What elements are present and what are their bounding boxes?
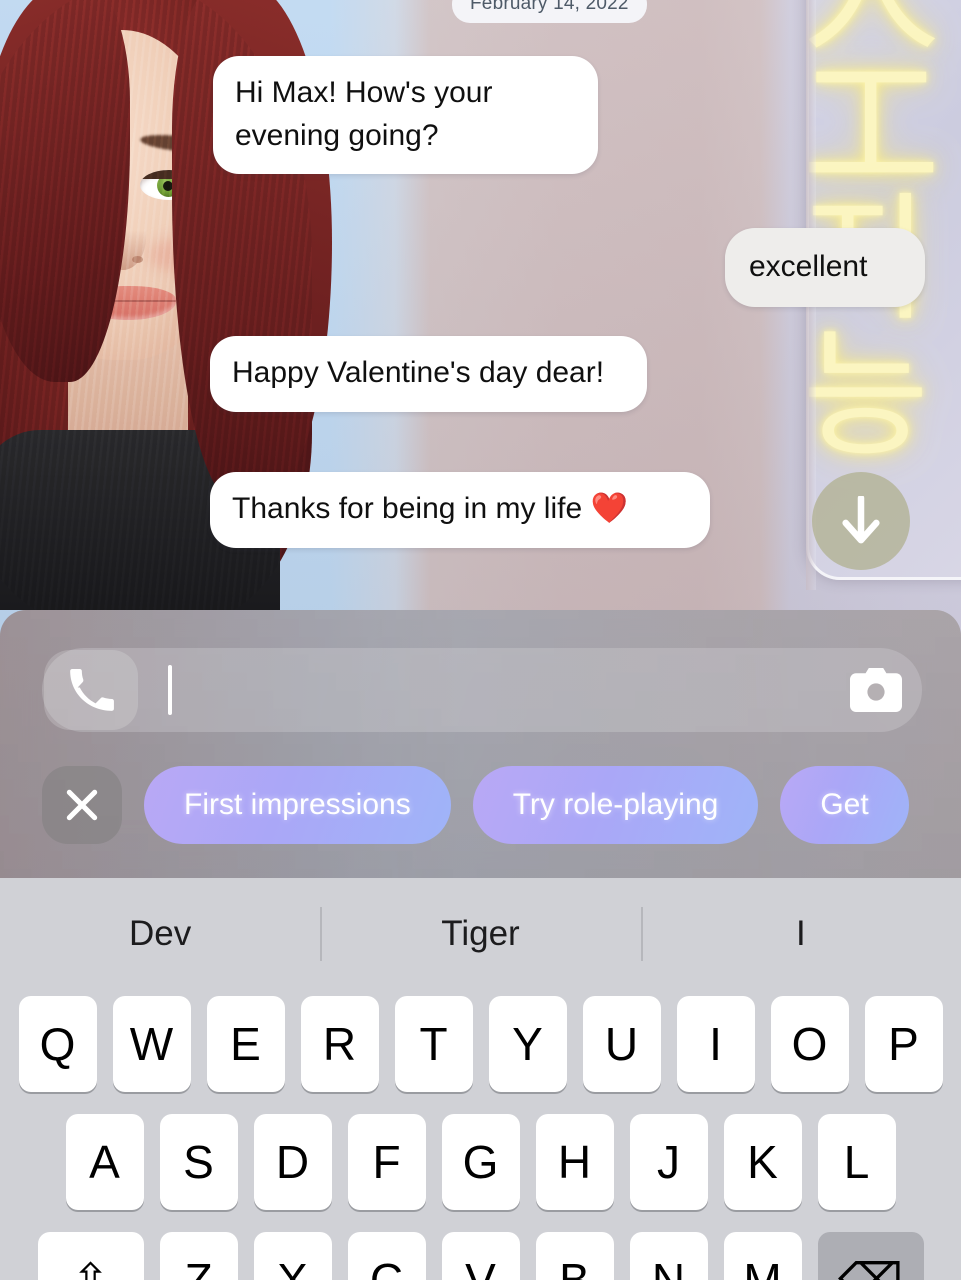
key-r[interactable]: R bbox=[300, 996, 379, 1092]
key-j[interactable]: J bbox=[629, 1114, 708, 1210]
key-t[interactable]: T bbox=[394, 996, 473, 1092]
key-m[interactable]: M bbox=[723, 1232, 802, 1280]
key-q[interactable]: Q bbox=[18, 996, 97, 1092]
key-d[interactable]: D bbox=[253, 1114, 332, 1210]
key-o[interactable]: O bbox=[770, 996, 849, 1092]
dismiss-suggestions-button[interactable] bbox=[42, 766, 122, 844]
key-y[interactable]: Y bbox=[488, 996, 567, 1092]
composer-panel: First impressions Try role-playing Get bbox=[0, 610, 961, 878]
key-z[interactable]: Z bbox=[159, 1232, 238, 1280]
key-h[interactable]: H bbox=[535, 1114, 614, 1210]
phone-screen: 人工 지능 bbox=[0, 0, 961, 1280]
key-backspace[interactable]: ⌫ bbox=[817, 1232, 924, 1280]
key-e[interactable]: E bbox=[206, 996, 285, 1092]
key-i[interactable]: I bbox=[676, 996, 755, 1092]
key-c[interactable]: C bbox=[347, 1232, 426, 1280]
keyboard-row-1: Q W E R T Y U I O P bbox=[0, 996, 961, 1092]
prediction-item[interactable]: I bbox=[641, 914, 961, 954]
key-f[interactable]: F bbox=[347, 1114, 426, 1210]
call-button[interactable] bbox=[44, 650, 138, 730]
message-composer[interactable] bbox=[42, 648, 922, 732]
message-bubble-outgoing[interactable]: excellent bbox=[725, 228, 925, 307]
close-icon bbox=[66, 789, 98, 821]
key-a[interactable]: A bbox=[65, 1114, 144, 1210]
suggestion-chip[interactable]: First impressions bbox=[144, 766, 451, 844]
date-divider: February 14, 2022 bbox=[452, 0, 647, 23]
suggestion-chip[interactable]: Try role-playing bbox=[472, 766, 759, 844]
key-x[interactable]: X bbox=[253, 1232, 332, 1280]
scroll-to-bottom-button[interactable] bbox=[812, 472, 910, 570]
key-b[interactable]: B bbox=[535, 1232, 614, 1280]
camera-button[interactable] bbox=[830, 668, 922, 712]
phone-icon bbox=[70, 668, 114, 711]
key-v[interactable]: V bbox=[441, 1232, 520, 1280]
suggestion-chip-row[interactable]: First impressions Try role-playing Get bbox=[42, 762, 961, 848]
prediction-item[interactable]: Dev bbox=[0, 914, 320, 954]
keyboard-row-2: A S D F G H J K L bbox=[0, 1114, 961, 1210]
message-bubble-incoming[interactable]: Hi Max! How's your evening going? bbox=[213, 56, 598, 175]
key-g[interactable]: G bbox=[441, 1114, 520, 1210]
keyboard-row-3: ⇧ Z X C V B N M ⌫ bbox=[0, 1232, 961, 1280]
key-shift[interactable]: ⇧ bbox=[37, 1232, 144, 1280]
key-k[interactable]: K bbox=[723, 1114, 802, 1210]
key-w[interactable]: W bbox=[112, 996, 191, 1092]
suggestion-chip[interactable]: Get bbox=[780, 766, 909, 844]
key-u[interactable]: U bbox=[582, 996, 661, 1092]
predictive-text-bar[interactable]: Dev Tiger I bbox=[0, 878, 961, 990]
key-n[interactable]: N bbox=[629, 1232, 708, 1280]
prediction-item[interactable]: Tiger bbox=[320, 914, 640, 954]
camera-icon bbox=[850, 668, 902, 712]
arrow-down-icon bbox=[842, 496, 880, 544]
message-list[interactable]: February 14, 2022 Hi Max! How's your eve… bbox=[0, 0, 961, 612]
key-p[interactable]: P bbox=[864, 996, 943, 1092]
key-s[interactable]: S bbox=[159, 1114, 238, 1210]
message-input[interactable] bbox=[172, 660, 830, 720]
message-bubble-incoming[interactable]: Happy Valentine's day dear! bbox=[210, 336, 647, 412]
onscreen-keyboard[interactable]: Dev Tiger I Q W E R T Y U I O P A S D F … bbox=[0, 878, 961, 1280]
message-bubble-incoming[interactable]: Thanks for being in my life ❤️ bbox=[210, 472, 710, 548]
key-l[interactable]: L bbox=[817, 1114, 896, 1210]
